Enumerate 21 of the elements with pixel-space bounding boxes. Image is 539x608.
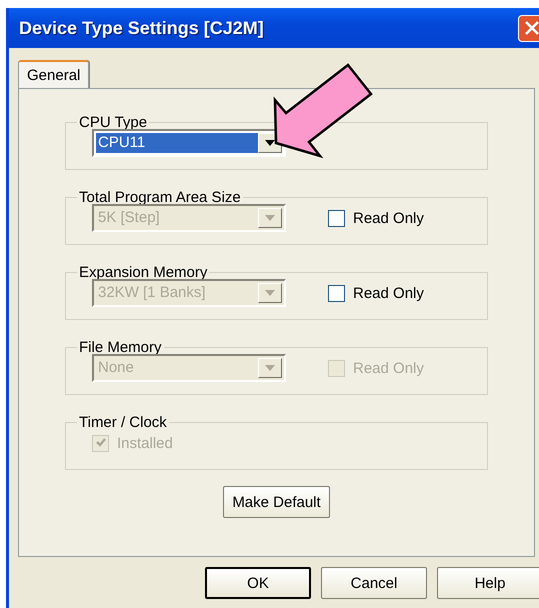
checkbox[interactable] <box>328 284 345 302</box>
dialog-button[interactable]: Cancel <box>321 567 427 599</box>
checkbox-label: Read Only <box>353 210 424 226</box>
make-default-button[interactable]: Make Default <box>223 486 330 518</box>
dialog-button[interactable]: OK <box>205 567 311 599</box>
window-title: Device Type Settings [CJ2M] <box>19 18 264 38</box>
checkbox[interactable] <box>328 210 345 226</box>
close-button[interactable] <box>518 14 539 42</box>
group-title: Total Program Area Size <box>78 189 242 206</box>
group-title: File Memory <box>78 339 163 356</box>
check-icon <box>94 437 106 449</box>
checkbox-label: Read Only <box>353 360 424 376</box>
close-icon <box>524 20 539 36</box>
group-title: Timer / Clock <box>78 414 168 431</box>
group-title: Expansion Memory <box>78 264 208 281</box>
dropdown-field[interactable]: CPU11 <box>92 129 286 157</box>
dialog-button[interactable]: Help <box>437 567 539 599</box>
checkbox-label: Installed <box>117 434 173 452</box>
tab[interactable]: General <box>18 60 90 88</box>
group-title: CPU Type <box>78 114 148 131</box>
checkbox-label: Read Only <box>353 284 424 302</box>
